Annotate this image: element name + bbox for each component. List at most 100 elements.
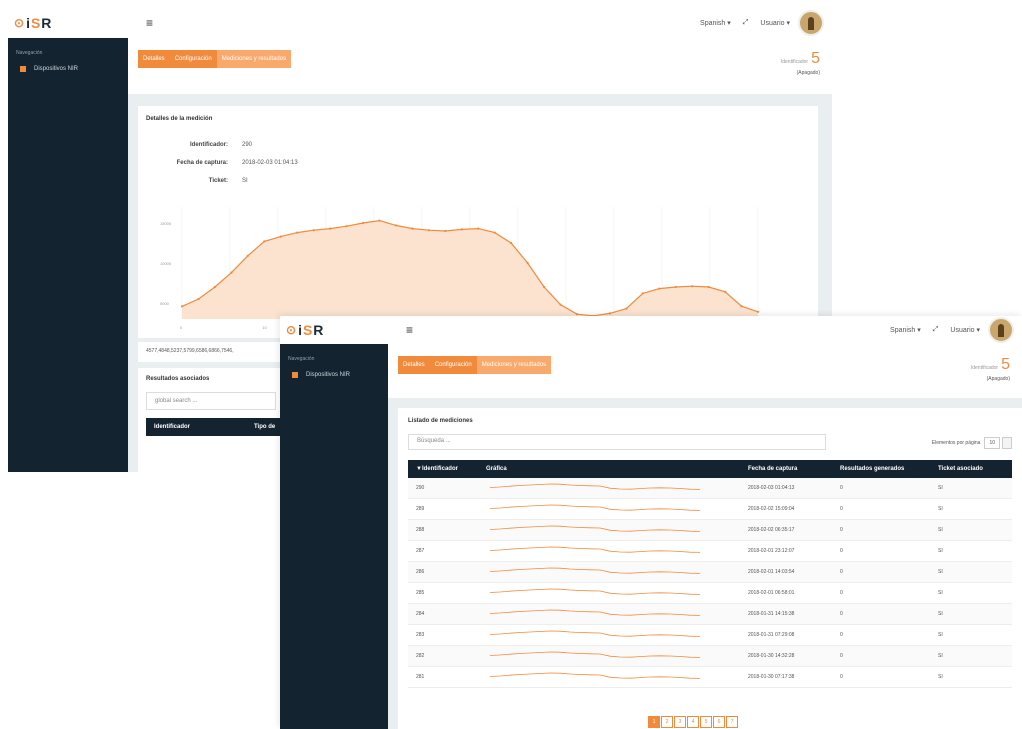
tab-configuration[interactable]: Configuración: [170, 50, 217, 68]
data-point: [329, 227, 332, 230]
cell-identifier: 288: [416, 527, 425, 533]
series-area: [182, 220, 758, 319]
table-row[interactable]: 290 2018-02-03 01:04:13 0 SI: [408, 478, 1012, 499]
col-results[interactable]: Resultados generados: [840, 466, 938, 472]
table-header: ▼Identificador Gráfica Fecha de captura …: [408, 460, 1012, 478]
user-menu[interactable]: Usuario ▾: [760, 19, 790, 27]
col-identifier[interactable]: ▼Identificador: [408, 466, 486, 472]
data-point: [608, 312, 611, 315]
hamburger-menu-icon[interactable]: ≡: [146, 16, 153, 30]
device-state: (Apagado): [986, 376, 1010, 382]
tab-details[interactable]: Detalles: [398, 356, 430, 374]
window-measurement-list: ⊙ iSR ≡ Spanish ▾ ⤢ Usuario ▾ Navegación…: [280, 316, 1022, 729]
grid-icon: [20, 66, 26, 72]
table-row[interactable]: 286 2018-02-01 14:03:54 0 SI: [408, 562, 1012, 583]
data-point: [345, 225, 348, 228]
tab-configuration[interactable]: Configuración: [430, 356, 477, 374]
data-point: [361, 221, 365, 225]
per-page-select[interactable]: 10: [984, 437, 1000, 449]
user-menu[interactable]: Usuario ▾: [950, 326, 980, 334]
table-row[interactable]: 285 2018-02-01 06:58:01 0 SI: [408, 583, 1012, 604]
table-row[interactable]: 281 2018-01-30 07:17:38 0 SI: [408, 667, 1012, 688]
tab-bar: Detalles Configuración Mediciones y resu…: [398, 356, 552, 374]
sparkline-line: [489, 609, 701, 616]
page-button[interactable]: 7: [726, 716, 738, 728]
cell-ticket: SI: [938, 653, 943, 659]
col-ticket[interactable]: Ticket asociado: [938, 466, 1008, 472]
tab-measurements[interactable]: Mediciones y resultados: [476, 356, 552, 374]
sparkline-line: [489, 504, 701, 511]
global-search-input[interactable]: global search ...: [146, 392, 276, 410]
data-point: [724, 290, 727, 293]
cell-graph: [486, 502, 748, 516]
app-logo[interactable]: ⊙ iSR: [8, 8, 128, 38]
table-row[interactable]: 287 2018-02-01 23:12:07 0 SI: [408, 541, 1012, 562]
top-navbar: ⊙ iSR ≡ Spanish ▾ ⤢ Usuario ▾: [8, 8, 832, 39]
pagination: 1234567: [648, 716, 739, 728]
cell-ticket: SI: [938, 611, 943, 617]
cell-results: 0: [840, 506, 843, 512]
list-title: Listado de mediciones: [408, 418, 473, 424]
cell-identifier: 284: [416, 611, 425, 617]
sparkline-line: [489, 630, 701, 637]
cell-graph: [486, 481, 748, 495]
page-button[interactable]: 1: [648, 716, 660, 728]
fullscreen-icon[interactable]: ⤢: [933, 326, 939, 334]
sparkline: [489, 588, 701, 595]
sidebar-item-nir-devices[interactable]: Dispositivos NIR: [280, 362, 388, 378]
cell-graph: [486, 670, 748, 684]
data-point: [641, 292, 644, 295]
language-dropdown[interactable]: Spanish ▾: [700, 19, 731, 27]
cell-results: 0: [840, 653, 843, 659]
y-tick-label: 5000: [160, 301, 170, 306]
cell-results: 0: [840, 548, 843, 554]
language-dropdown[interactable]: Spanish ▾: [890, 326, 921, 334]
table-row[interactable]: 284 2018-01-31 14:15:38 0 SI: [408, 604, 1012, 625]
page-button[interactable]: 4: [687, 716, 699, 728]
cell-ticket: SI: [938, 569, 943, 575]
col-graph[interactable]: Gráfica: [486, 466, 748, 472]
cell-capture-date: 2018-02-01 23:12:07: [748, 548, 795, 554]
app-logo[interactable]: ⊙ iSR: [280, 316, 388, 344]
sparkline-line: [489, 546, 701, 553]
avatar[interactable]: [798, 10, 824, 36]
table-row[interactable]: 288 2018-02-02 06:35:17 0 SI: [408, 520, 1012, 541]
search-input[interactable]: Búsqueda ...: [408, 434, 826, 450]
cell-ticket: SI: [938, 485, 943, 491]
page-button[interactable]: 2: [661, 716, 673, 728]
data-point: [674, 285, 677, 289]
data-point: [543, 285, 546, 289]
data-point: [411, 227, 414, 230]
measurement-list-card: Listado de mediciones Búsqueda ... Eleme…: [398, 408, 1022, 729]
tab-details[interactable]: Detalles: [138, 50, 170, 68]
data-point: [575, 313, 579, 316]
table-row[interactable]: 282 2018-01-30 14:32:28 0 SI: [408, 646, 1012, 667]
col-capture-date[interactable]: Fecha de captura: [748, 466, 840, 472]
cell-results: 0: [840, 611, 843, 617]
page-button[interactable]: 5: [700, 716, 712, 728]
device-state: (Apagado): [796, 70, 820, 76]
table-row[interactable]: 283 2018-01-31 07:29:08 0 SI: [408, 625, 1012, 646]
fullscreen-icon[interactable]: ⤢: [743, 19, 749, 27]
page-button[interactable]: 3: [674, 716, 686, 728]
sidebar-item-nir-devices[interactable]: Dispositivos NIR: [8, 56, 128, 72]
measurement-detail-card: Detalles de la medición Identificador: 29…: [138, 106, 818, 338]
data-point: [378, 219, 381, 222]
per-page-button[interactable]: [1002, 437, 1012, 449]
cell-results: 0: [840, 632, 843, 638]
avatar[interactable]: [988, 317, 1014, 343]
data-point: [263, 240, 266, 243]
cell-ticket: SI: [938, 527, 943, 533]
data-point: [394, 224, 397, 227]
hamburger-menu-icon[interactable]: ≡: [406, 323, 413, 337]
tab-measurements[interactable]: Mediciones y resultados: [216, 50, 292, 68]
cell-graph: [486, 523, 748, 537]
data-point: [460, 228, 463, 231]
data-point: [197, 297, 200, 301]
field-identifier: Identificador: 290: [189, 142, 253, 148]
cell-ticket: SI: [938, 548, 943, 554]
table-row[interactable]: 289 2018-02-02 15:09:04 0 SI: [408, 499, 1012, 520]
data-point: [510, 241, 513, 245]
page-button[interactable]: 6: [713, 716, 725, 728]
x-tick-label: 0: [180, 325, 183, 330]
